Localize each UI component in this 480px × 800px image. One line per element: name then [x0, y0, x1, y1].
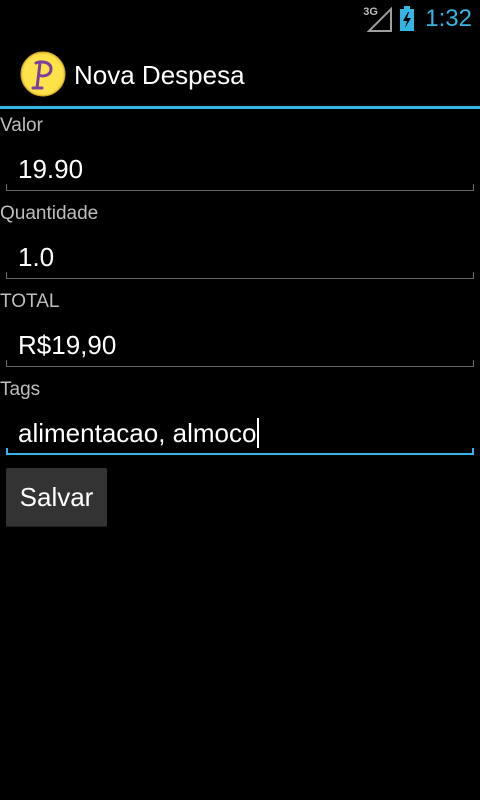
- tags-field-underline: [6, 448, 474, 455]
- status-icons: 3G 1:32: [363, 4, 472, 34]
- action-bar-divider: [0, 106, 480, 109]
- total-field-underline: [6, 360, 474, 367]
- signal-icon: 3G: [363, 6, 393, 32]
- battery-charging-icon: [399, 6, 415, 32]
- text-cursor: [257, 418, 260, 449]
- quantidade-label: Quantidade: [0, 203, 99, 224]
- tags-field-text: alimentacao, almoco: [18, 418, 257, 448]
- valor-label: Valor: [0, 115, 43, 136]
- total-label: TOTAL: [0, 291, 60, 312]
- p-logo-icon[interactable]: [20, 51, 66, 97]
- total-field[interactable]: R$19,90: [18, 328, 116, 362]
- tags-label: Tags: [0, 379, 41, 400]
- action-bar: Nova Despesa: [0, 38, 480, 106]
- valor-field[interactable]: 19.90: [18, 152, 83, 186]
- clock: 1:32: [425, 5, 472, 32]
- save-button[interactable]: Salvar: [6, 468, 107, 527]
- quantidade-field[interactable]: 1.0: [18, 240, 54, 274]
- status-bar: 3G 1:32: [0, 0, 480, 38]
- page-title: Nova Despesa: [74, 60, 245, 90]
- quantidade-field-underline: [6, 272, 474, 279]
- valor-field-underline: [6, 184, 474, 191]
- tags-field[interactable]: alimentacao, almoco: [18, 416, 260, 450]
